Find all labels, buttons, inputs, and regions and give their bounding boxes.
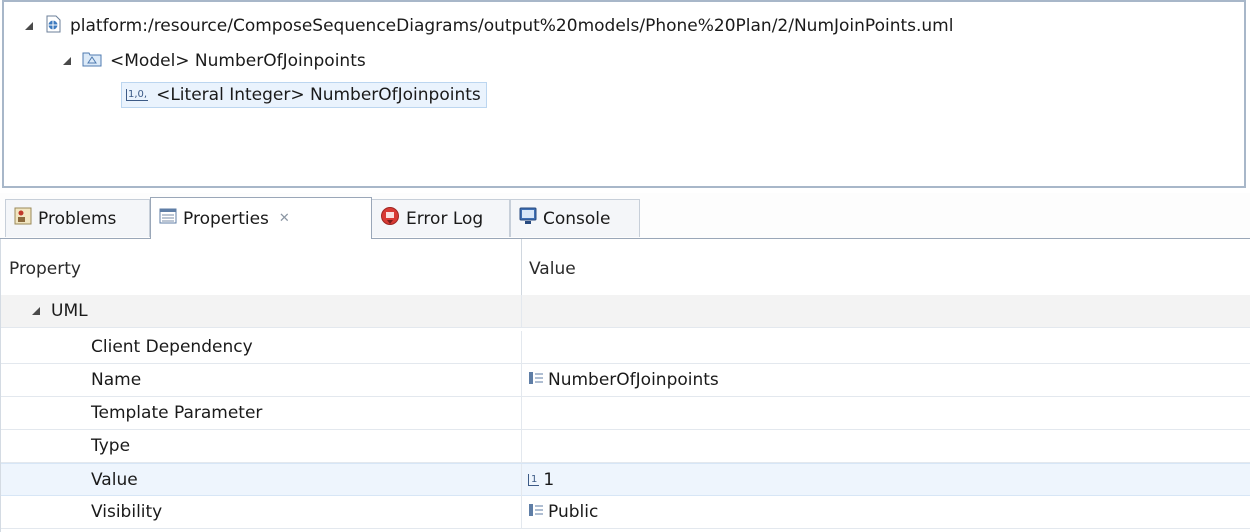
tree-item-model[interactable]: <Model> NumberOfJoinpoints — [62, 48, 366, 74]
selected-tree-item[interactable]: 1,0, <Literal Integer> NumberOfJoinpoint… — [121, 82, 487, 108]
property-name: Type — [91, 436, 131, 456]
list-icon — [528, 370, 544, 390]
column-divider[interactable] — [521, 239, 522, 301]
property-value[interactable]: 1 1 — [528, 470, 554, 490]
column-divider — [521, 496, 522, 529]
column-divider — [521, 295, 522, 328]
view-tab-bar: Problems Properties ✕ Error Log Console — [0, 193, 1250, 239]
table-row[interactable]: Client Dependency — [1, 331, 1250, 364]
properties-table: Property Value UML Client Dependency Nam… — [0, 239, 1250, 532]
column-divider — [521, 430, 522, 463]
close-icon[interactable]: ✕ — [279, 211, 290, 226]
property-value[interactable]: NumberOfJoinpoints — [528, 370, 719, 390]
expand-arrow-icon[interactable] — [62, 56, 72, 66]
category-label: UML — [51, 301, 88, 321]
properties-icon — [159, 208, 177, 229]
table-row-selected[interactable]: Value 1 1 — [1, 463, 1250, 497]
property-value[interactable]: Public — [528, 502, 598, 522]
column-header-property[interactable]: Property — [9, 259, 81, 279]
literal-integer-icon: 1,0, — [126, 89, 149, 101]
tab-properties[interactable]: Properties ✕ — [150, 197, 372, 239]
tab-error-log[interactable]: Error Log — [372, 199, 510, 237]
resource-icon — [44, 15, 62, 38]
column-divider — [521, 464, 522, 497]
category-row-uml[interactable]: UML — [1, 295, 1250, 328]
integer-icon: 1 — [528, 474, 540, 486]
property-name: Name — [91, 370, 142, 390]
console-icon — [519, 207, 537, 230]
tab-label: Problems — [38, 208, 117, 229]
visibility-value-text: Public — [548, 502, 599, 522]
table-row[interactable]: Type — [1, 430, 1250, 463]
table-row[interactable]: Visibility Public — [1, 496, 1250, 529]
tab-label: Console — [543, 208, 611, 229]
resource-path-label: platform:/resource/ComposeSequenceDiagra… — [70, 16, 954, 36]
property-name: Visibility — [91, 502, 163, 522]
model-tree-panel: platform:/resource/ComposeSequenceDiagra… — [2, 0, 1246, 188]
column-header-value[interactable]: Value — [529, 259, 576, 279]
model-label: <Model> NumberOfJoinpoints — [110, 51, 366, 71]
table-header: Property Value — [1, 239, 1250, 302]
tree-item-resource[interactable]: platform:/resource/ComposeSequenceDiagra… — [24, 13, 953, 39]
property-name: Template Parameter — [91, 403, 263, 423]
column-divider — [521, 331, 522, 364]
tab-label: Error Log — [406, 208, 484, 229]
model-icon — [82, 51, 102, 72]
tab-label: Properties — [183, 208, 269, 229]
column-divider — [521, 397, 522, 430]
problems-icon — [14, 207, 32, 230]
error-log-icon — [380, 206, 400, 231]
list-icon — [528, 502, 544, 522]
property-name: Value — [91, 470, 138, 490]
value-text: 1 — [543, 470, 555, 490]
tab-problems[interactable]: Problems — [5, 199, 150, 237]
literal-integer-label: <Literal Integer> NumberOfJoinpoints — [156, 85, 481, 105]
table-row[interactable]: Template Parameter — [1, 397, 1250, 430]
expand-arrow-icon[interactable] — [31, 301, 41, 321]
property-name: Client Dependency — [91, 337, 253, 357]
tab-console[interactable]: Console — [510, 199, 640, 237]
column-divider — [521, 364, 522, 397]
expand-arrow-icon[interactable] — [24, 21, 34, 31]
table-row[interactable]: Name NumberOfJoinpoints — [1, 364, 1250, 397]
name-value-text: NumberOfJoinpoints — [548, 370, 719, 390]
tree-item-literal-integer[interactable]: 1,0, <Literal Integer> NumberOfJoinpoint… — [121, 82, 487, 108]
